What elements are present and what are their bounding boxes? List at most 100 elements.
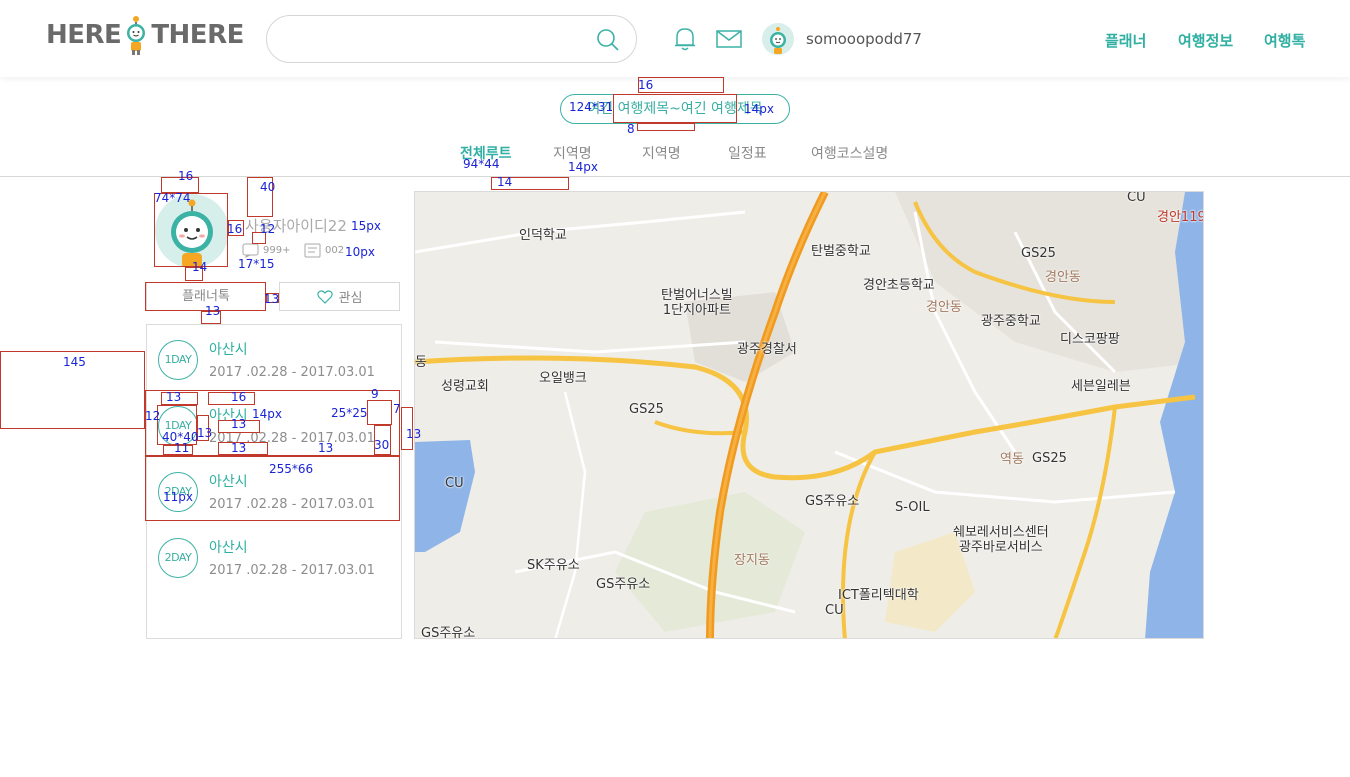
map-label: S-OIL	[895, 500, 930, 515]
planner-talk-button[interactable]: 플래너톡	[146, 282, 266, 311]
route-item[interactable]: 2DAY 아산시 2017 .02.28 - 2017.03.01	[147, 523, 401, 589]
map-label: 경안동	[1045, 270, 1081, 285]
nav-travel-info[interactable]: 여행정보	[1178, 30, 1233, 51]
route-list: 1DAY 아산시 2017 .02.28 - 2017.03.01 1DAY 아…	[146, 324, 402, 639]
tab-region-1[interactable]: 지역명	[553, 143, 592, 163]
search-icon[interactable]	[596, 28, 620, 52]
map-label: CU	[1127, 191, 1146, 205]
route-city: 아산시	[209, 408, 248, 424]
chat-icon	[242, 243, 259, 258]
username[interactable]: somooopodd77	[806, 30, 922, 48]
map-label: GS주유소	[596, 577, 651, 592]
like-button-label: 관심	[338, 291, 363, 306]
mascot-icon	[171, 199, 213, 268]
map-label: GS주유소	[421, 626, 476, 639]
profile-avatar	[155, 194, 229, 268]
map-label: 쉐보레서비스센터 광주바로서비스	[953, 525, 1049, 555]
annotation-box	[185, 267, 203, 281]
day-badge: 1DAY	[158, 340, 198, 380]
route-dates: 2017 .02.28 - 2017.03.01	[209, 431, 375, 446]
mascot-icon	[127, 16, 146, 55]
top-header: HERE THERE somooopodd77 플래너 여행정보 여행톡	[0, 0, 1350, 77]
map-label: 경안초등학교	[863, 278, 935, 293]
route-map[interactable]: 인덕학교 탄벌중학교 경안초등학교 GS25 경안동 경안119 CU 탄벌어너…	[414, 191, 1204, 639]
route-dates: 2017 .02.28 - 2017.03.01	[209, 365, 375, 380]
map-label: 광주경찰서	[737, 342, 797, 357]
route-item[interactable]: 1DAY 아산시 2017 .02.28 - 2017.03.01	[147, 391, 401, 457]
route-city: 아산시	[209, 540, 248, 556]
map-label: 인덕학교	[519, 228, 567, 243]
note-count-value: 002	[325, 245, 345, 256]
tab-region-2[interactable]: 지역명	[642, 143, 681, 163]
annotation-label: 10px	[345, 245, 375, 259]
tab-schedule[interactable]: 일정표	[728, 143, 767, 163]
search-input[interactable]	[287, 28, 577, 52]
profile-name: 사용자아이디22	[245, 217, 347, 235]
mail-icon[interactable]	[716, 30, 742, 48]
search-box[interactable]	[266, 15, 637, 63]
annotation-label: 8	[627, 122, 635, 136]
logo[interactable]: HERE THERE	[46, 14, 244, 56]
map-label: 광주중학교	[981, 314, 1041, 329]
note-icon	[304, 243, 321, 258]
annotation-box	[201, 311, 221, 324]
tab-divider	[0, 176, 1350, 177]
route-city: 아산시	[209, 474, 248, 490]
map-label: 성령교회	[441, 379, 489, 394]
map-label: 탄벌중학교	[811, 244, 871, 259]
annotation-box	[266, 293, 279, 303]
map-label: CU	[445, 476, 464, 491]
logo-text-there: THERE	[151, 20, 244, 50]
annotation-box	[637, 123, 695, 131]
map-label: GS25	[629, 402, 664, 417]
map-label: ICT폴리텍대학	[838, 588, 919, 603]
map-label: 동	[415, 355, 427, 370]
annotation-box	[228, 220, 244, 236]
user-avatar[interactable]	[762, 23, 794, 55]
map-label: CU	[825, 603, 844, 618]
annotation-label: 40	[260, 180, 276, 194]
comment-count: 999+	[242, 243, 290, 258]
route-city: 아산시	[209, 342, 248, 358]
route-dates: 2017 .02.28 - 2017.03.01	[209, 563, 375, 578]
heart-icon	[316, 289, 333, 304]
map-label: GS25	[1032, 451, 1067, 466]
annotation-label: 145	[63, 355, 86, 369]
nav-travel-talk[interactable]: 여행톡	[1264, 30, 1305, 51]
like-button[interactable]: 관심	[279, 282, 400, 311]
route-item[interactable]: 2DAY 아산시 2017 .02.28 - 2017.03.01	[147, 457, 401, 523]
annotation-label: 14	[497, 175, 513, 189]
map-label: 경안동	[926, 300, 962, 315]
annotation-label: 16	[638, 78, 654, 92]
map-label: 역동	[1000, 452, 1024, 467]
map-label: 세븐일레븐	[1071, 379, 1131, 394]
day-badge: 1DAY	[158, 406, 198, 446]
map-label: GS주유소	[805, 494, 860, 509]
annotation-label: 16	[227, 222, 243, 236]
day-badge: 2DAY	[158, 472, 198, 512]
trip-title: 여긴 여행제목~여긴 여행제목	[560, 94, 790, 124]
nav-planner[interactable]: 플래너	[1105, 30, 1146, 51]
note-count: 002	[304, 243, 344, 258]
mascot-icon	[770, 27, 786, 54]
bell-icon[interactable]	[673, 26, 697, 52]
day-badge: 2DAY	[158, 538, 198, 578]
annotation-box	[401, 407, 413, 450]
annotation-label: 15px	[351, 219, 381, 233]
map-label: GS25	[1021, 246, 1056, 261]
comment-count-value: 999+	[263, 245, 291, 256]
annotation-box	[247, 177, 273, 217]
map-label: 오일뱅크	[539, 371, 587, 386]
route-item[interactable]: 1DAY 아산시 2017 .02.28 - 2017.03.01	[147, 325, 401, 391]
logo-text-here: HERE	[46, 20, 122, 50]
tab-course-description[interactable]: 여행코스설명	[811, 143, 888, 163]
map-label: 장지동	[734, 553, 770, 568]
annotation-label: 13	[264, 292, 280, 306]
annotation-box	[491, 177, 569, 190]
annotation-box	[0, 351, 145, 429]
annotation-label: 17*15	[238, 257, 275, 271]
tab-all-routes[interactable]: 전체루트	[460, 143, 512, 163]
map-label: 탄벌어너스빌 1단지아파트	[661, 288, 733, 318]
map-label: SK주유소	[527, 558, 580, 573]
route-dates: 2017 .02.28 - 2017.03.01	[209, 497, 375, 512]
